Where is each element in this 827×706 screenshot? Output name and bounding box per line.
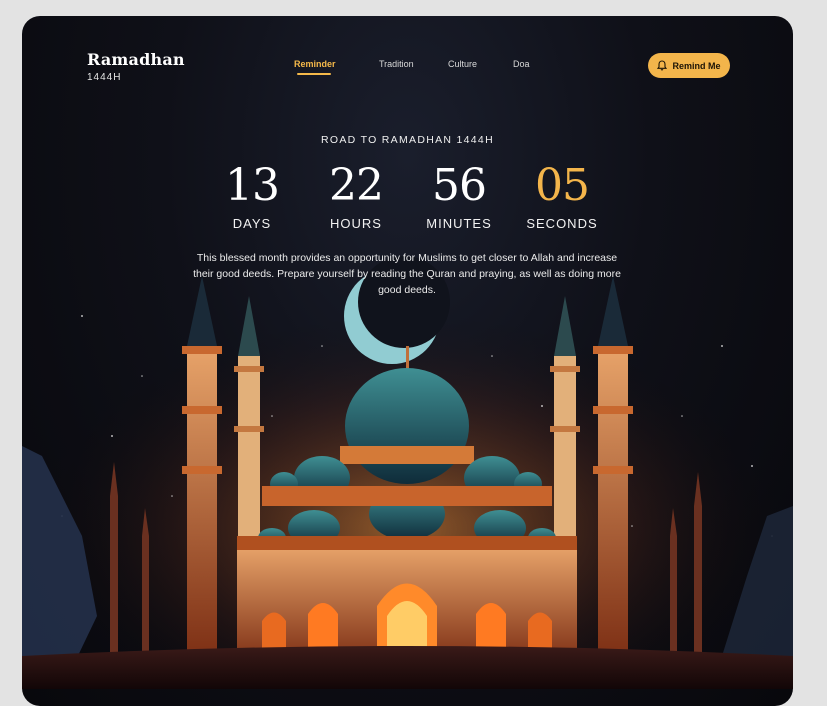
countdown-headline: ROAD TO RAMADHAN 1444H bbox=[321, 134, 494, 146]
countdown-days-value: 13 bbox=[225, 160, 280, 211]
countdown-minutes-label: MINUTES bbox=[426, 216, 492, 231]
remind-me-label: Remind Me bbox=[672, 60, 721, 71]
active-tab-underline bbox=[297, 73, 331, 75]
countdown-seconds: 05 SECONDS bbox=[512, 160, 612, 231]
nav-item-reminder[interactable]: Reminder bbox=[294, 59, 336, 69]
nav-item-tradition[interactable]: Tradition bbox=[379, 59, 414, 69]
remind-me-button[interactable]: Remind Me bbox=[648, 53, 730, 78]
bell-icon bbox=[657, 60, 668, 71]
countdown-seconds-value: 05 bbox=[535, 160, 590, 211]
countdown-hours: 22 HOURS bbox=[306, 160, 406, 231]
mosque-illustration bbox=[22, 256, 793, 689]
nav-item-culture[interactable]: Culture bbox=[448, 59, 477, 69]
countdown-days: 13 DAYS bbox=[202, 160, 302, 231]
hero-description: This blessed month provides an opportuni… bbox=[193, 252, 621, 296]
countdown-minutes: 56 MINUTES bbox=[409, 160, 509, 231]
countdown-hours-value: 22 bbox=[329, 160, 384, 211]
nav-item-doa[interactable]: Doa bbox=[513, 59, 530, 69]
countdown-seconds-label: SECONDS bbox=[526, 216, 598, 231]
countdown-days-label: DAYS bbox=[232, 216, 272, 231]
hero-card: Ramadhan 1444H Reminder Tradition Cultur… bbox=[22, 16, 793, 706]
countdown-minutes-value: 56 bbox=[432, 160, 487, 211]
countdown-hours-label: HOURS bbox=[330, 216, 382, 231]
